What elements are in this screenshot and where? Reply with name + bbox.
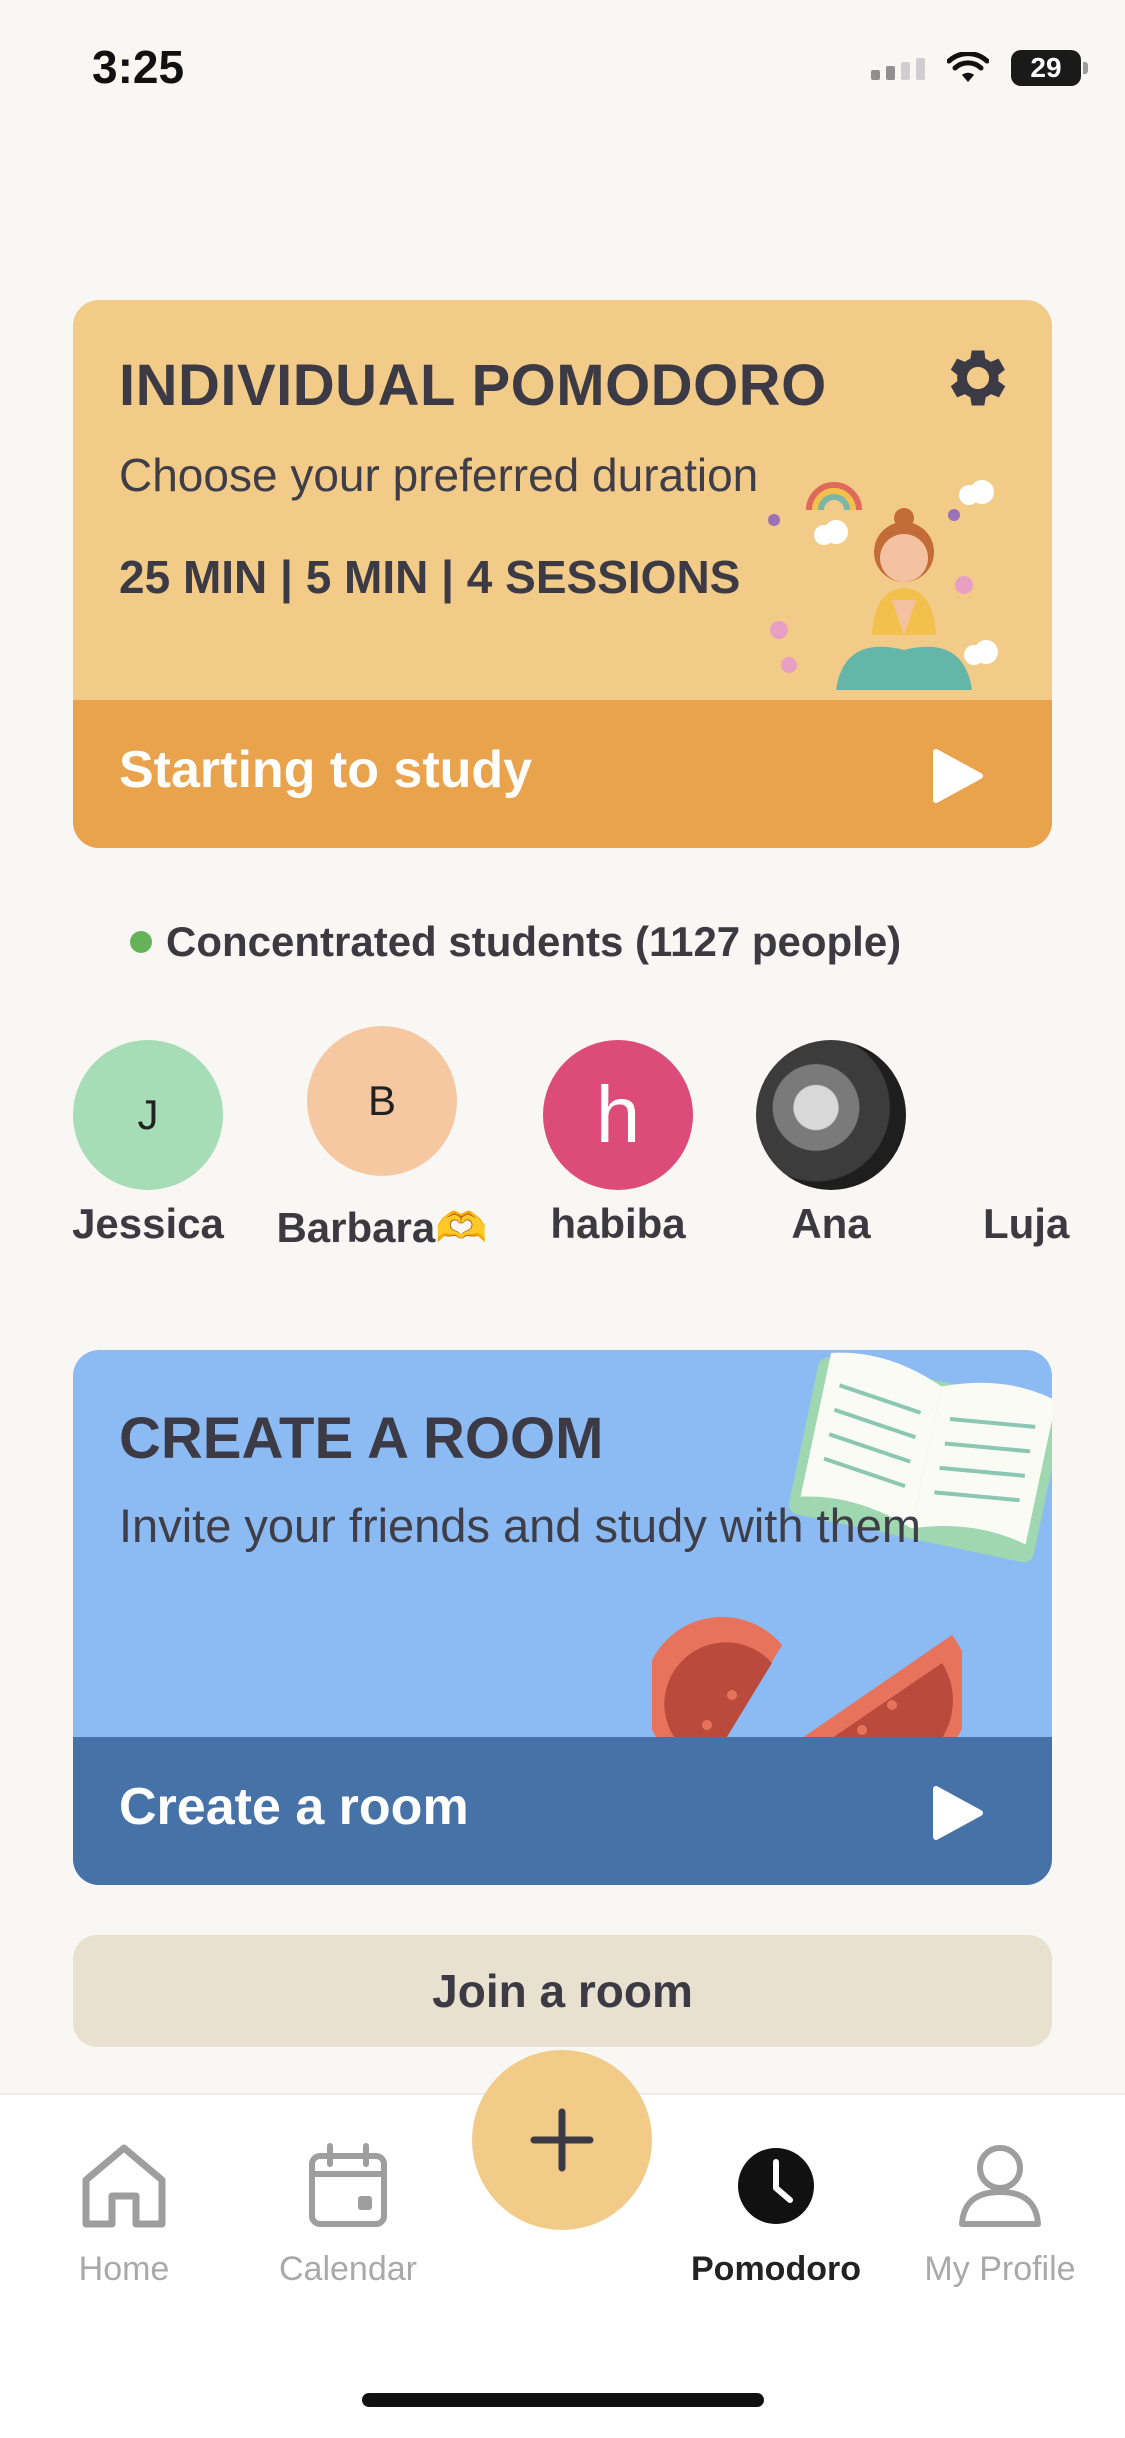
student-item[interactable]: J Jessica xyxy=(38,1040,258,1248)
add-button[interactable] xyxy=(472,2050,652,2230)
tab-label: Home xyxy=(78,2250,170,2288)
student-name: Barbara🫶 xyxy=(276,1204,488,1251)
tab-calendar[interactable]: Calendar xyxy=(248,2140,448,2289)
students-carousel[interactable]: J Jessica B Barbara🫶 h habiba Ana Luja xyxy=(0,1024,1125,1264)
avatar: J xyxy=(73,1040,223,1190)
online-status-dot xyxy=(130,931,152,953)
student-item[interactable]: B Barbara🫶 xyxy=(272,1026,492,1253)
join-room-button[interactable]: Join a room xyxy=(73,1935,1052,2047)
concentrated-students-header: Concentrated students (1127 people) xyxy=(130,918,901,966)
home-indicator[interactable] xyxy=(362,2393,764,2407)
card-title: CREATE A ROOM xyxy=(119,1406,604,1471)
watermelon-illustration xyxy=(652,1616,962,1745)
student-item[interactable]: Ana xyxy=(721,1040,941,1248)
individual-pomodoro-card[interactable]: INDIVIDUAL POMODORO Choose your preferre… xyxy=(73,300,1052,848)
card-subtitle: Invite your friends and study with them xyxy=(119,1499,922,1552)
card-subtitle: Choose your preferred duration xyxy=(119,449,759,501)
user-icon xyxy=(959,2145,1041,2227)
student-name: Ana xyxy=(791,1200,871,1247)
tab-label: Calendar xyxy=(279,2250,417,2288)
avatar-initial: B xyxy=(367,1077,396,1124)
start-study-label: Starting to study xyxy=(119,741,533,799)
student-name: habiba xyxy=(550,1200,686,1247)
wifi-icon xyxy=(947,52,989,82)
student-item[interactable]: Luja xyxy=(945,1040,1125,1248)
concentrated-students-label: Concentrated students (1127 people) xyxy=(166,918,902,965)
start-study-bar[interactable]: Starting to study xyxy=(73,700,1052,848)
tab-home[interactable]: Home xyxy=(24,2140,224,2289)
create-room-label: Create a room xyxy=(119,1778,469,1836)
avatar-initial: J xyxy=(137,1091,159,1138)
battery-level: 29 xyxy=(1030,52,1062,83)
student-name: Luja xyxy=(983,1200,1070,1247)
play-icon[interactable] xyxy=(932,748,984,804)
status-time: 3:25 xyxy=(92,41,185,93)
clock-icon xyxy=(738,2148,814,2224)
gear-icon[interactable] xyxy=(940,340,1016,416)
play-icon[interactable] xyxy=(932,1785,984,1841)
avatar: B xyxy=(307,1026,457,1176)
avatar-initial: h xyxy=(595,1070,641,1159)
avatar xyxy=(980,1040,1125,1190)
card-title: INDIVIDUAL POMODORO xyxy=(119,353,827,418)
pomodoro-settings-summary: 25 MIN | 5 MIN | 4 SESSIONS xyxy=(119,551,741,603)
tab-label: My Profile xyxy=(924,2250,1076,2288)
student-name: Jessica xyxy=(72,1200,224,1247)
home-icon xyxy=(82,2144,166,2228)
calendar-icon xyxy=(309,2143,387,2227)
tab-my-profile[interactable]: My Profile xyxy=(900,2140,1100,2289)
create-room-bar[interactable]: Create a room xyxy=(73,1737,1052,1885)
meditation-illustration xyxy=(768,480,998,690)
student-item[interactable]: h habiba xyxy=(508,1040,728,1248)
battery-icon: 29 xyxy=(1011,50,1088,86)
plus-icon xyxy=(530,2108,594,2172)
status-icons: 29 xyxy=(871,50,1088,86)
cellular-signal-icon xyxy=(871,56,925,80)
avatar-photo xyxy=(756,1040,906,1190)
avatar: h xyxy=(543,1040,693,1190)
tab-pomodoro[interactable]: Pomodoro xyxy=(676,2140,876,2289)
create-room-card[interactable]: CREATE A ROOM Invite your friends and st… xyxy=(73,1350,1052,1885)
tab-label: Pomodoro xyxy=(691,2250,861,2288)
